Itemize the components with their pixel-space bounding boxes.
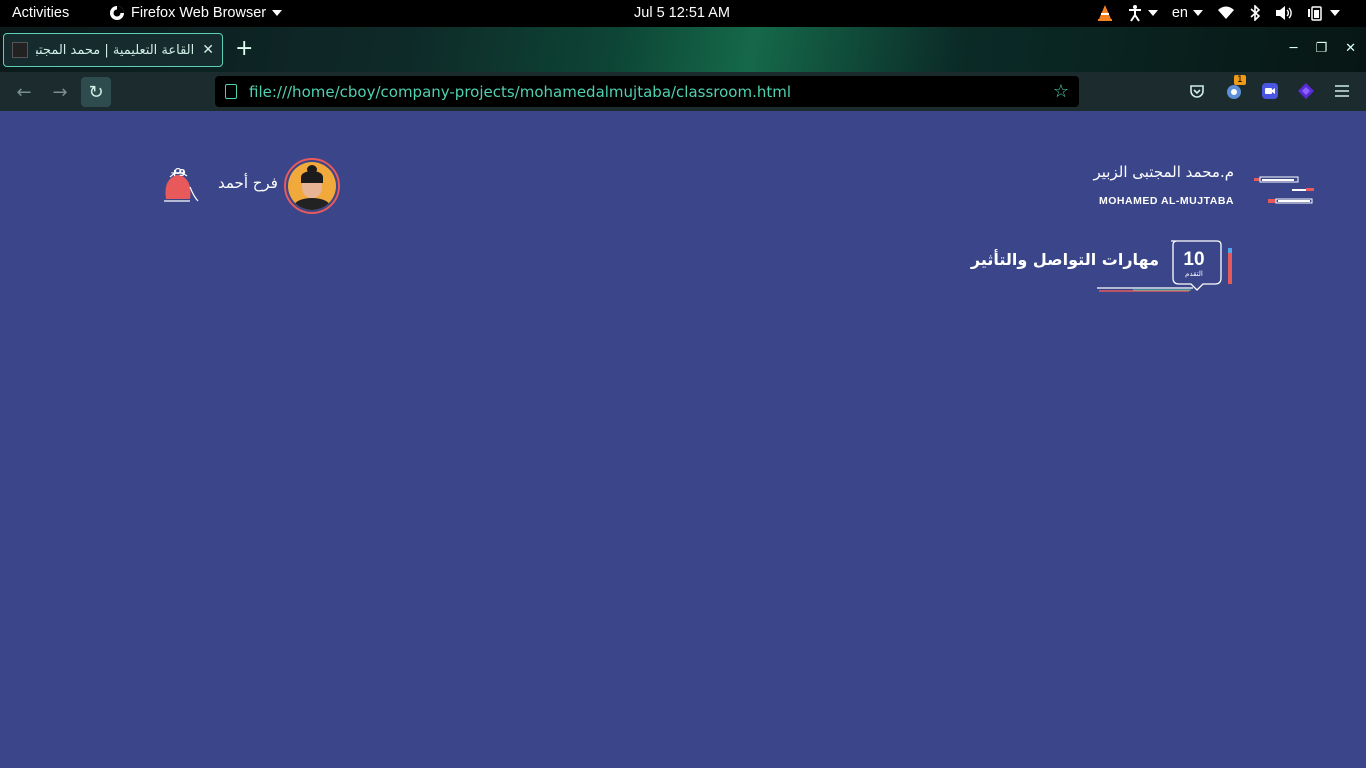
course-header[interactable]: مهارات التواصل والتأثير 10 التقدم: [971, 236, 1235, 298]
user-name[interactable]: فرح أحمد: [218, 174, 278, 192]
diamond-extension-icon[interactable]: [1296, 81, 1316, 101]
system-top-bar: Activities Firefox Web Browser Jul 5 12:…: [0, 0, 1366, 27]
chevron-down-icon: [1147, 10, 1158, 16]
navigation-toolbar: ← → ↻ file:///home/cboy/company-projects…: [0, 72, 1366, 111]
battery-icon: [1308, 6, 1322, 21]
chevron-down-icon: [272, 10, 283, 16]
tab-strip: القاعة التعليمية | محمد المجتبى ✕ + ─ ❐ …: [0, 27, 1366, 72]
language-menu[interactable]: en: [1172, 5, 1203, 21]
volume-icon[interactable]: [1275, 5, 1293, 21]
notification-badge: +9: [170, 168, 186, 179]
hamburger-menu-icon[interactable]: [1332, 81, 1352, 101]
site-favicon-icon: [12, 42, 28, 58]
vlc-icon[interactable]: [1097, 4, 1113, 22]
bookmark-star-icon[interactable]: ☆: [1053, 81, 1069, 102]
window-controls: ─ ❐ ✕: [1290, 41, 1356, 56]
battery-menu[interactable]: [1307, 5, 1340, 21]
brand-name-arabic: م.محمد المجتبى الزبير: [1093, 163, 1235, 181]
accessibility-icon: [1128, 5, 1141, 22]
url-bar[interactable]: file:///home/cboy/company-projects/moham…: [215, 76, 1079, 107]
activities-button[interactable]: Activities: [12, 5, 69, 21]
close-tab-icon[interactable]: ✕: [202, 42, 214, 58]
brand-mark-icon: [1254, 176, 1314, 204]
progress-card-icon: [1097, 240, 1232, 292]
back-button[interactable]: ←: [9, 77, 39, 107]
clock[interactable]: Jul 5 12:51 AM: [634, 5, 730, 21]
app-name: Firefox Web Browser: [131, 5, 267, 21]
progress-label: التقدم: [1185, 270, 1203, 278]
close-window-icon[interactable]: ✕: [1345, 41, 1356, 56]
pocket-icon[interactable]: [1187, 81, 1207, 101]
extension-badge: 1: [1234, 75, 1246, 85]
forward-button[interactable]: →: [45, 77, 75, 107]
brand-name-english: MOHAMED AL-MUJTABA: [1099, 195, 1234, 207]
user-profile[interactable]: +9 فرح أحمد: [150, 155, 350, 215]
restore-icon[interactable]: ❐: [1315, 41, 1327, 56]
avatar[interactable]: [288, 162, 336, 210]
firefox-icon: [110, 6, 124, 20]
extension-icon[interactable]: 1: [1224, 75, 1246, 101]
wifi-icon[interactable]: [1217, 6, 1235, 20]
minimize-icon[interactable]: ─: [1290, 41, 1298, 56]
app-menu[interactable]: Firefox Web Browser: [109, 5, 283, 21]
reload-button[interactable]: ↻: [81, 77, 111, 107]
video-call-icon[interactable]: [1260, 81, 1280, 101]
chevron-down-icon: [1330, 10, 1340, 16]
chevron-down-icon: [1193, 10, 1203, 16]
url-text[interactable]: file:///home/cboy/company-projects/moham…: [249, 83, 1053, 101]
system-tray[interactable]: en: [1083, 4, 1340, 22]
new-tab-button[interactable]: +: [235, 38, 253, 60]
brand-logo[interactable]: م.محمد المجتبى الزبير MOHAMED AL-MUJTABA: [1070, 160, 1320, 220]
tab-title: القاعة التعليمية | محمد المجتبى: [36, 42, 195, 58]
accessibility-menu[interactable]: [1127, 4, 1158, 22]
progress-value: 10: [1183, 249, 1205, 270]
bluetooth-icon[interactable]: [1249, 5, 1261, 21]
tab-classroom[interactable]: القاعة التعليمية | محمد المجتبى ✕: [3, 33, 223, 67]
language-label: en: [1171, 5, 1188, 21]
page-icon: [225, 84, 237, 99]
